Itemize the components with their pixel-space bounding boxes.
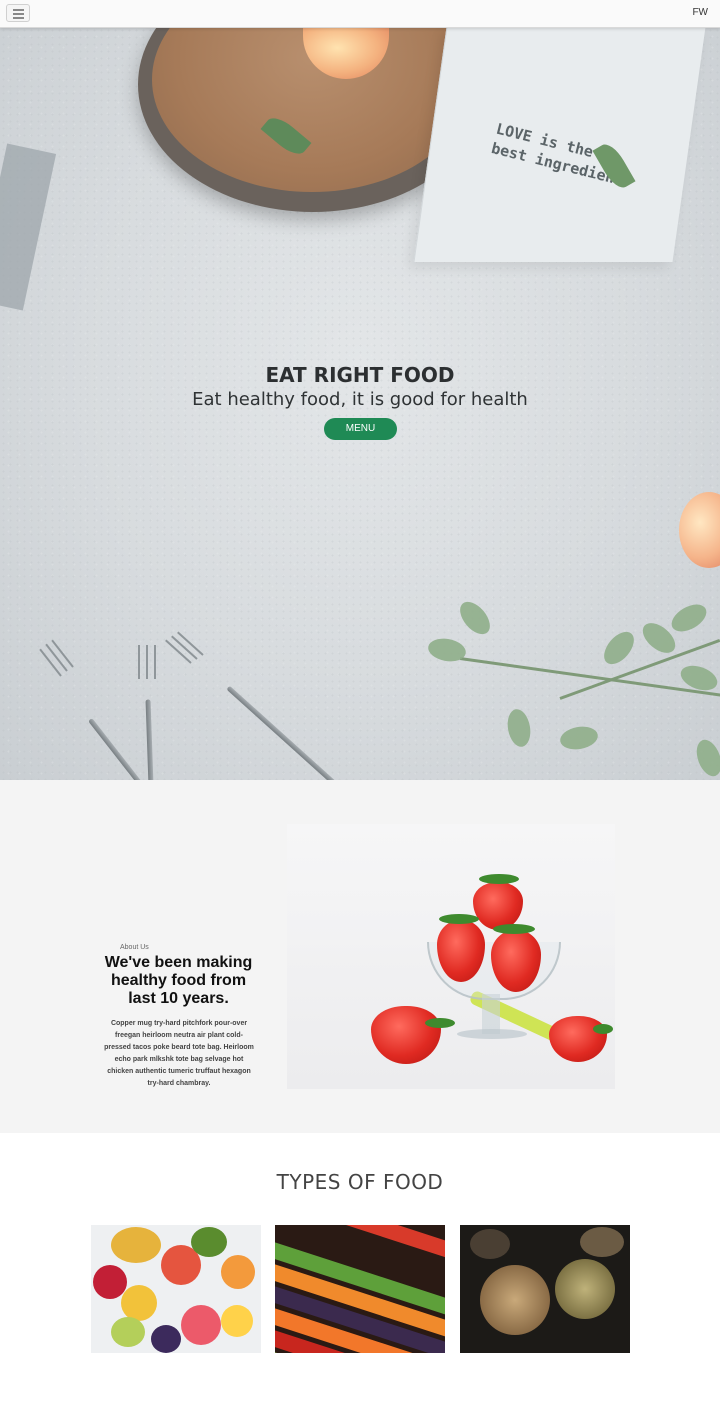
grains-card-image[interactable] <box>460 1225 630 1353</box>
top-navbar: FW <box>0 0 720 28</box>
strawberry-image <box>473 882 523 930</box>
fruits-card-image[interactable] <box>91 1225 261 1353</box>
hero-subtitle: Eat healthy food, it is good for health <box>192 389 528 410</box>
types-title: TYPES OF FOOD <box>276 1170 444 1194</box>
brand-logo-text[interactable]: FW <box>692 7 708 18</box>
about-section: About Us We've been making healthy food … <box>0 780 720 1133</box>
hero-title: EAT RIGHT FOOD <box>265 363 455 387</box>
vegetables-card-image[interactable] <box>275 1225 445 1353</box>
hamburger-menu-button[interactable] <box>6 4 30 22</box>
hero-section: LOVE is the best ingredient EAT RIGHT FO… <box>0 27 720 780</box>
hamburger-icon <box>13 9 24 11</box>
about-heading: We've been making healthy food from last… <box>104 954 253 1007</box>
about-body: Copper mug try-hard pitchfork pour-over … <box>104 1020 254 1087</box>
menu-button[interactable]: MENU <box>324 418 397 440</box>
about-label: About Us <box>120 944 149 951</box>
strawberries-photo <box>287 824 615 1089</box>
